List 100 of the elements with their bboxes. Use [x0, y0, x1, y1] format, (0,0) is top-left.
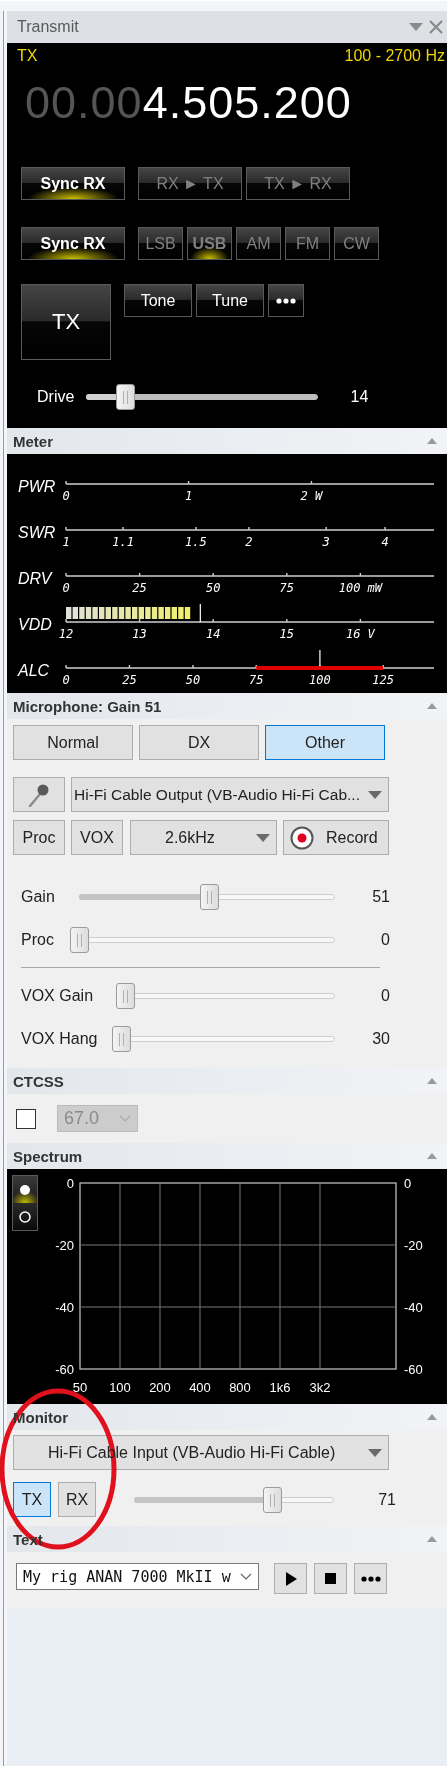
slider-thumb[interactable] [69, 926, 89, 953]
tool-button[interactable]: Tune [196, 284, 264, 317]
tick-label: 0 [62, 673, 70, 687]
view-toggle[interactable] [13, 1176, 37, 1203]
tick-label: 14 [205, 627, 221, 641]
tick-label: 2 W [300, 489, 323, 503]
more-button[interactable] [354, 1563, 387, 1594]
tool-button[interactable]: Tone [124, 284, 192, 317]
slider-value: 0 [380, 986, 390, 1005]
axis-label: -60 [404, 1362, 423, 1377]
tick-label: 75 [249, 673, 264, 687]
collapse-icon[interactable] [427, 703, 437, 709]
tick-label: 4 [381, 535, 389, 549]
slider-thumb[interactable] [116, 384, 136, 410]
source-button[interactable]: TX [13, 1482, 51, 1517]
tick-label: 1.1 [112, 535, 134, 549]
toggle-button[interactable]: VOX [71, 820, 123, 855]
mode-button[interactable]: USB [187, 227, 232, 260]
toggle-button[interactable]: Proc [13, 820, 65, 855]
slider-thumb[interactable] [116, 982, 136, 1009]
slider-label: Drive [37, 388, 75, 406]
tick-label: 50 [205, 581, 221, 595]
tick-label: 75 [279, 581, 295, 595]
microphone-button[interactable] [13, 777, 65, 812]
preset-button[interactable]: Other [265, 725, 385, 760]
tick-label: 3 [322, 535, 330, 549]
axis-label: 100 [109, 1380, 131, 1395]
tick-label: 16 V [345, 627, 375, 641]
slider-thumb[interactable] [262, 1486, 282, 1513]
frequency-leading: 00.00 [25, 77, 143, 129]
window-title: Transmit [17, 18, 79, 36]
slider-value: 14 [349, 388, 369, 406]
slider-value: 51 [371, 887, 390, 906]
collapse-icon[interactable] [427, 1536, 437, 1542]
tick-label: 25 [122, 673, 137, 687]
slider-thumb[interactable] [199, 883, 219, 910]
microphone-icon [28, 782, 50, 807]
chevron-icon [240, 1573, 252, 1580]
play-button[interactable] [274, 1563, 307, 1594]
tick-label: 12 [58, 627, 74, 641]
slider-value: 0 [380, 930, 390, 949]
collapse-icon[interactable] [427, 1153, 437, 1159]
level-slider[interactable] [112, 1025, 335, 1052]
axis-label: 50 [72, 1380, 88, 1395]
peak-marker [199, 603, 201, 623]
radio-icon [19, 1210, 31, 1223]
tx-button[interactable]: TX [21, 284, 111, 360]
caret-icon [368, 1448, 382, 1457]
section-title: Microphone: Gain 51 [13, 697, 162, 715]
tick-label: 125 [372, 673, 395, 687]
axis-label: -20 [404, 1238, 423, 1253]
slider-label: VOX Gain [21, 986, 94, 1005]
record-button[interactable]: Record [283, 820, 389, 855]
caret-icon [368, 790, 382, 799]
mode-label: TX [17, 47, 38, 65]
message-dropdown[interactable]: My rig ANAN 7000 MkII w [16, 1563, 259, 1590]
drive-slider[interactable] [86, 384, 319, 410]
more-button[interactable] [268, 284, 304, 317]
device-dropdown[interactable]: Hi-Fi Cable Output (VB-Audio Hi-Fi Cab... [71, 777, 389, 812]
collapse-icon[interactable] [427, 438, 437, 444]
level-slider[interactable] [69, 926, 335, 953]
axis-label: -40 [404, 1300, 423, 1315]
mode-button[interactable]: CW [334, 227, 379, 260]
axis-label: 0 [66, 1176, 74, 1191]
play-icon [284, 1571, 297, 1586]
frequency-display[interactable]: 00.004.505.200 [7, 77, 447, 129]
slider-thumb[interactable] [112, 1025, 132, 1052]
passband-label: 100 - 2700 Hz [344, 47, 445, 65]
collapse-icon[interactable] [427, 1078, 437, 1084]
axis-label: -60 [55, 1362, 74, 1377]
close-icon[interactable] [429, 20, 443, 34]
collapse-icon[interactable] [427, 1414, 437, 1420]
section-title: Meter [13, 432, 53, 450]
volume-slider[interactable] [134, 1486, 334, 1513]
preset-button[interactable]: DX [139, 725, 259, 760]
stop-button[interactable] [314, 1563, 347, 1594]
mode-button[interactable]: FM [285, 227, 330, 260]
preset-button[interactable]: Normal [13, 725, 133, 760]
tick-label: 0 [62, 489, 70, 503]
record-icon [290, 825, 314, 850]
more-icon [360, 1575, 381, 1582]
source-button[interactable]: RX [58, 1482, 96, 1517]
view-toggle[interactable] [13, 1203, 37, 1230]
level-slider[interactable] [78, 883, 335, 910]
sync-button[interactable]: Sync RX [21, 167, 125, 200]
axis-label: -40 [55, 1300, 74, 1315]
axis-label: -20 [55, 1238, 74, 1253]
axis-label: 1k6 [269, 1380, 291, 1395]
sync-button[interactable]: Sync RX [21, 227, 125, 260]
slider-label: Proc [21, 930, 54, 949]
meter-label: SWR [17, 524, 56, 542]
level-slider[interactable] [116, 982, 335, 1009]
mode-button[interactable]: AM [236, 227, 281, 260]
filter-dropdown[interactable]: 2.6kHz [130, 820, 277, 855]
frequency-value: 4.505.200 [142, 77, 352, 129]
more-icon [276, 297, 296, 304]
tick-label: 50 [185, 673, 201, 687]
tick-label: 25 [132, 581, 147, 595]
slider-value: 71 [377, 1490, 396, 1509]
mode-button[interactable]: LSB [138, 227, 183, 260]
